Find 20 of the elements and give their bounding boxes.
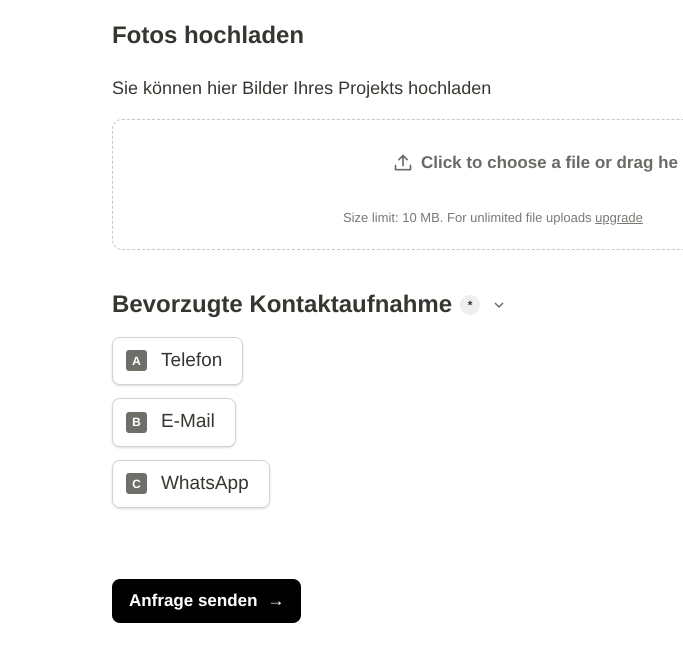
upload-dropzone[interactable]: Click to choose a file or drag he Size limit: 10 MB. For unlimited file uploads upgrade [112,118,683,250]
upload-prompt: Click to choose a file or drag he [421,152,678,174]
section-title: Fotos hochladen [112,22,305,51]
section-title: Bevorzugte Kontaktaufnahme [112,290,452,320]
option-label: E-Mail [161,410,215,434]
key-badge: A [126,350,147,372]
required-badge: * [460,295,480,316]
size-limit-note: Size limit: 10 MB. For unlimited file uploads [343,210,593,225]
key-badge: C [126,473,147,494]
submit-button[interactable]: Anfrage senden → [112,579,302,623]
option-button[interactable]: B E-Mail [112,398,236,447]
key-badge: B [126,412,147,433]
arrow-icon: → [267,588,284,614]
section-description: Sie können hier Bilder Ihres Projekts hochladen [112,76,492,100]
upgrade-link[interactable]: upgrade [595,210,643,225]
option-button[interactable]: A Telefon [112,336,244,386]
option-button[interactable]: C WhatsApp [112,460,270,508]
option-label: WhatsApp [161,472,249,496]
option-label: Telefon [161,348,222,373]
upload-icon [393,152,413,173]
